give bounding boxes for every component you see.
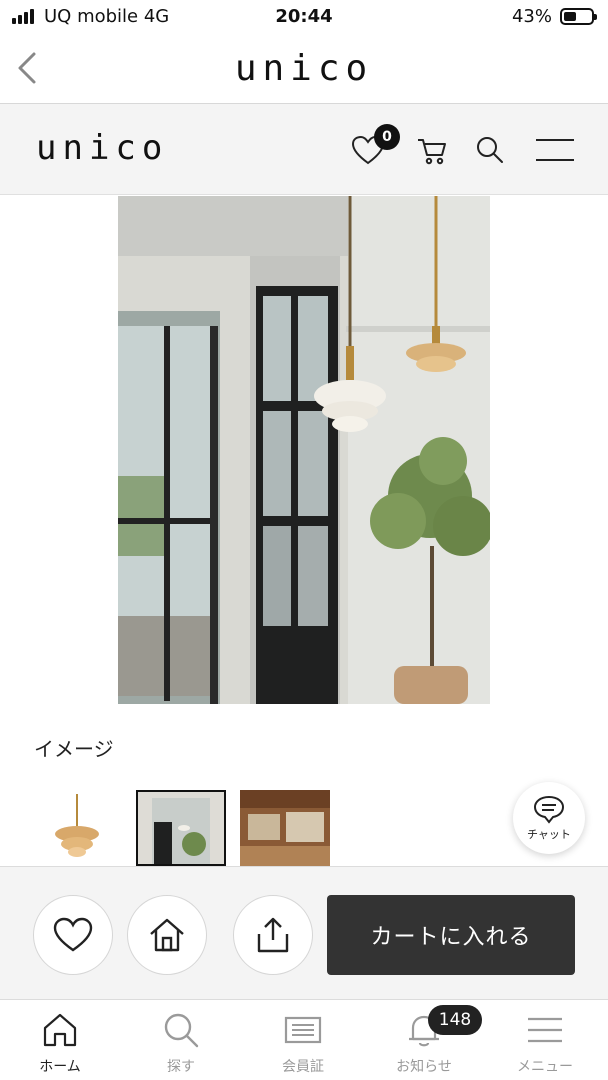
cart-button[interactable] bbox=[412, 130, 452, 170]
search-button[interactable] bbox=[470, 130, 510, 170]
site-header: unico bbox=[0, 104, 608, 195]
tab-label: お知らせ bbox=[396, 1059, 452, 1075]
product-main-image[interactable] bbox=[118, 196, 490, 704]
search-icon bbox=[477, 137, 503, 163]
member-card-icon bbox=[283, 1010, 323, 1050]
chat-bubble-icon bbox=[533, 795, 565, 824]
tab-member-card[interactable]: 会員証 bbox=[253, 1010, 353, 1080]
status-bar: UQ mobile 4G 20:44 43% bbox=[0, 0, 608, 34]
share-button[interactable] bbox=[233, 895, 313, 975]
tab-menu[interactable]: メニュー bbox=[495, 1010, 595, 1080]
heart-icon bbox=[53, 917, 93, 952]
interior-photo bbox=[118, 196, 490, 704]
app-header: unico bbox=[0, 34, 608, 104]
favorites-count-badge: 0 bbox=[374, 124, 400, 150]
image-caption: イメージ bbox=[34, 737, 114, 761]
thumbnail-interior[interactable] bbox=[136, 790, 226, 866]
chat-button[interactable]: チャット bbox=[513, 782, 585, 854]
cart-icon bbox=[418, 139, 446, 165]
house-icon bbox=[150, 918, 184, 952]
favorite-button[interactable] bbox=[33, 895, 113, 975]
tab-label: 会員証 bbox=[282, 1059, 324, 1075]
site-logo[interactable]: unico bbox=[36, 128, 168, 168]
tab-label: 探す bbox=[167, 1059, 195, 1075]
battery-icon bbox=[560, 8, 597, 25]
tab-home[interactable]: ホーム bbox=[10, 1010, 110, 1080]
thumbnail-store[interactable] bbox=[240, 790, 330, 866]
hamburger-menu-button[interactable] bbox=[534, 130, 576, 170]
home-icon bbox=[40, 1010, 80, 1050]
app-title: unico bbox=[234, 48, 374, 89]
menu-icon bbox=[536, 139, 574, 161]
bottom-tab-bar: ホーム 探す 会員証 お知らせ メニュー bbox=[0, 1000, 608, 1080]
tab-search[interactable]: 探す bbox=[131, 1010, 231, 1080]
store-button[interactable] bbox=[127, 895, 207, 975]
share-icon bbox=[257, 917, 289, 953]
tab-label: ホーム bbox=[39, 1059, 81, 1075]
menu-icon bbox=[525, 1010, 565, 1050]
product-action-bar: カートに入れる bbox=[0, 866, 608, 1000]
search-icon bbox=[161, 1010, 201, 1050]
battery-percent: 43% bbox=[511, 6, 552, 27]
chat-label: チャット bbox=[527, 828, 571, 841]
notice-count-badge: 148 bbox=[428, 1005, 482, 1035]
tab-label: メニュー bbox=[517, 1059, 573, 1075]
add-to-cart-button[interactable]: カートに入れる bbox=[327, 895, 575, 975]
thumbnail-pendant[interactable] bbox=[32, 790, 122, 866]
